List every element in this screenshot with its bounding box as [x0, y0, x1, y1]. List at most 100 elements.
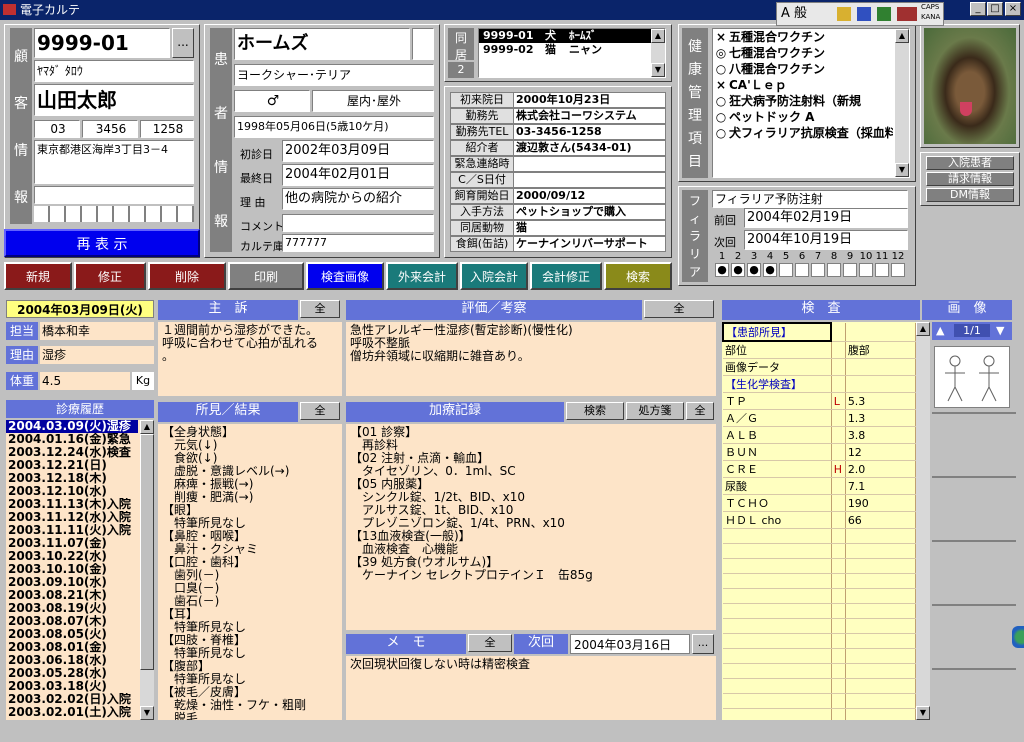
history-item[interactable]: 2003.12.10(水)	[6, 485, 138, 498]
exam-value[interactable]: 2.0	[845, 460, 917, 478]
exam-row[interactable]: ＢＵＮ 12	[723, 443, 917, 461]
history-item[interactable]: 2003.02.01(土)入院	[6, 706, 138, 719]
exam-name[interactable]: Ａ／Ｇ	[723, 409, 832, 427]
bill-edit-button[interactable]: 会計修正	[530, 262, 602, 290]
next-visit-picker-button[interactable]: ...	[692, 634, 714, 654]
exam-flag[interactable]	[831, 341, 846, 359]
history-item[interactable]: 2003.08.05(火)	[6, 628, 138, 641]
exam-value[interactable]	[845, 633, 917, 649]
outpatient-bill-button[interactable]: 外来会計	[386, 262, 458, 290]
reason-field[interactable]: 他の病院からの紹介	[282, 188, 434, 210]
filaria-month-box[interactable]	[779, 263, 793, 277]
filaria-prev-field[interactable]: 2004年02月19日	[744, 208, 908, 228]
exam-scrollbar[interactable]: ▲ ▼	[916, 322, 930, 720]
billing-info-button[interactable]: 請求情報	[926, 172, 1014, 186]
exam-name[interactable]	[723, 678, 832, 694]
info-value[interactable]	[514, 172, 666, 188]
exam-flag[interactable]	[831, 511, 846, 529]
exam-value[interactable]	[845, 558, 917, 574]
last-visit-field[interactable]: 2004年02月01日	[282, 164, 434, 186]
exam-row[interactable]	[723, 633, 917, 649]
client-extra-field[interactable]	[34, 186, 194, 204]
exam-value[interactable]	[845, 663, 917, 679]
client-name-field[interactable]: 山田太郎	[34, 84, 194, 116]
complaint-all-button[interactable]: 全	[300, 300, 340, 318]
exam-flag[interactable]	[831, 375, 846, 393]
history-item[interactable]: 2003.03.18(火)	[6, 680, 138, 693]
history-item[interactable]: 2003.11.12(水)入院	[6, 511, 138, 524]
exam-value[interactable]	[845, 618, 917, 634]
exam-row[interactable]: Ａ／Ｇ 1.3	[723, 409, 917, 427]
treatment-all-button[interactable]: 全	[686, 402, 714, 420]
exam-row[interactable]	[723, 588, 917, 604]
exam-name[interactable]	[723, 618, 832, 634]
client-checkbox-row[interactable]	[34, 206, 194, 222]
exam-name[interactable]: ＴＣＨＯ	[723, 494, 832, 512]
info-value[interactable]: 03-3456-1258	[514, 124, 666, 140]
exam-name[interactable]	[723, 708, 832, 720]
history-item[interactable]: 2003.12.18(木)	[6, 472, 138, 485]
exam-row[interactable]: 尿酸 7.1	[723, 477, 917, 495]
client-phone-number[interactable]: 1258	[140, 120, 194, 138]
exam-flag[interactable]	[831, 663, 846, 679]
first-visit-field[interactable]: 2002年03月09日	[282, 140, 434, 162]
exam-value[interactable]: 66	[845, 511, 917, 529]
exam-flag[interactable]: L	[831, 392, 846, 410]
exam-name[interactable]: ＢＵＮ	[723, 443, 832, 461]
exam-name[interactable]: 部位	[723, 341, 832, 359]
exam-flag[interactable]	[831, 494, 846, 512]
prescription-button[interactable]: 処方箋	[626, 402, 684, 420]
treatment-search-button[interactable]: 検索	[566, 402, 624, 420]
new-button[interactable]: 新規	[4, 262, 72, 290]
client-phone-exchange[interactable]: 3456	[82, 120, 138, 138]
search-button[interactable]: 検索	[604, 262, 672, 290]
filaria-month-box[interactable]	[811, 263, 825, 277]
client-kana-field[interactable]: ﾔﾏﾀﾞ ﾀﾛｳ	[34, 60, 194, 82]
exam-value[interactable]: 3.8	[845, 426, 917, 444]
filaria-month-box[interactable]	[827, 263, 841, 277]
exam-row[interactable]	[723, 678, 917, 694]
visit-reason-field[interactable]: 湿疹	[40, 346, 154, 364]
history-item[interactable]: 2004.01.16(金)緊急	[6, 433, 138, 446]
scroll-up-arrow[interactable]: ▲	[140, 420, 154, 434]
exam-row[interactable]: ＣＲＥ H 2.0	[723, 460, 917, 478]
health-status-icon[interactable]: ○	[713, 109, 729, 125]
ime-toolbar[interactable]: A 般 CAPS KANA	[776, 2, 944, 26]
exam-row[interactable]: 部位 腹部	[723, 341, 917, 359]
weight-field[interactable]: 4.5	[40, 372, 130, 390]
memo-text[interactable]: 次回現状回復しない時は精密検査	[346, 656, 716, 720]
exam-value[interactable]	[845, 708, 917, 720]
filaria-title-field[interactable]: フィラリア予防注射	[712, 190, 908, 208]
info-value[interactable]	[514, 156, 666, 172]
scroll-down-arrow[interactable]: ▼	[651, 63, 665, 77]
exam-value[interactable]	[845, 648, 917, 664]
exam-name[interactable]: ＣＲＥ	[723, 460, 832, 478]
exam-flag[interactable]	[831, 618, 846, 634]
exam-name[interactable]	[723, 588, 832, 604]
exam-row[interactable]: ＴＣＨＯ 190	[723, 494, 917, 512]
client-lookup-button[interactable]: ...	[172, 28, 194, 58]
exam-flag[interactable]	[831, 648, 846, 664]
exam-row[interactable]: 【患部所見】	[722, 322, 917, 342]
filaria-month-box[interactable]: ●	[715, 263, 729, 277]
patient-living-field[interactable]: 屋内･屋外	[312, 90, 434, 112]
pet-photo[interactable]	[924, 28, 1016, 144]
exam-value[interactable]	[845, 528, 917, 544]
exam-value[interactable]: 12	[845, 443, 917, 461]
health-item[interactable]: ○ ペットドック A	[713, 109, 893, 125]
health-item[interactable]: ○ 犬フィラリア抗原検査（採血料	[713, 125, 893, 141]
exam-flag[interactable]: H	[831, 460, 846, 478]
exam-row[interactable]	[723, 573, 917, 589]
exam-row[interactable]	[723, 648, 917, 664]
exam-flag[interactable]	[831, 409, 846, 427]
filaria-month-box[interactable]: ●	[747, 263, 761, 277]
exam-value[interactable]	[845, 693, 917, 709]
doctor-field[interactable]: 橋本和幸	[40, 322, 154, 340]
exam-name[interactable]	[723, 603, 832, 619]
exam-value[interactable]	[845, 358, 917, 376]
exam-value[interactable]: 腹部	[845, 341, 917, 359]
exam-name[interactable]	[723, 543, 832, 559]
exam-row[interactable]	[723, 693, 917, 709]
history-item[interactable]: 2004.03.09(火)湿疹	[6, 420, 138, 433]
health-status-icon[interactable]: ○	[713, 125, 729, 141]
